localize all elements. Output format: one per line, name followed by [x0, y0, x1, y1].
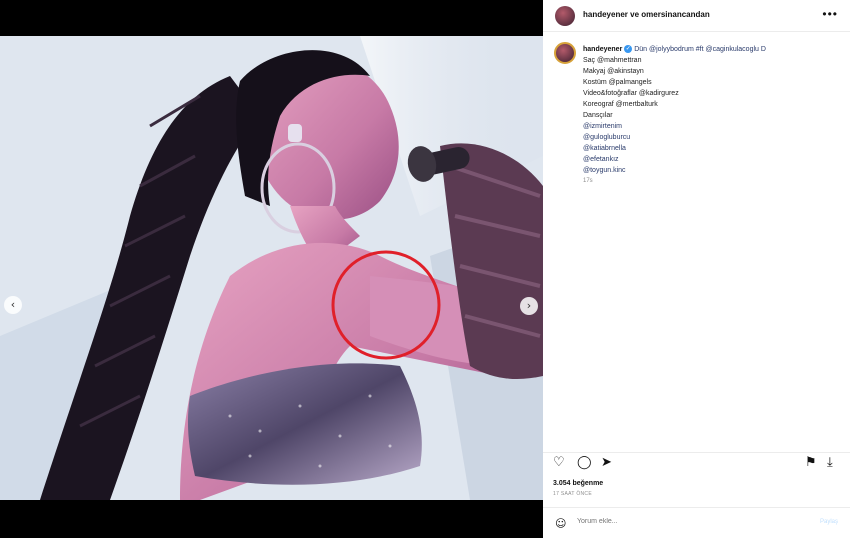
comment-icon[interactable]: ◯ [577, 455, 592, 470]
caption-line: Video&fotoğraflar @kadirgurez [583, 90, 679, 97]
caption-avatar[interactable] [554, 42, 576, 64]
caption-line: Koreograf @mertbalturk [583, 101, 658, 108]
post-header: handeyener ve omersinancandan ••• [543, 0, 850, 32]
caption-line[interactable]: @katiabrnella [583, 143, 841, 154]
instagram-post-viewer: ‹ › handeyener ve omersinancandan ••• ha… [0, 0, 850, 538]
post-photo[interactable]: ‹ › [0, 36, 543, 500]
emoji-icon[interactable]: ☺ [555, 517, 566, 530]
post-caption: handeyener ✓ Dün @jolyybodrum #ft @cagin… [583, 44, 841, 187]
caption-line: Saç @mahmettran [583, 57, 642, 64]
caption-username[interactable]: handeyener [583, 46, 622, 53]
post-actions: ♡ ◯ ➤ ⚑ ⤓ [543, 452, 850, 474]
download-icon[interactable]: ⤓ [827, 455, 833, 470]
caption-line[interactable]: @izmirtenim [583, 121, 841, 132]
bookmark-icon[interactable]: ⚑ [805, 455, 817, 470]
heart-icon[interactable]: ♡ [553, 455, 565, 470]
caption-line: Dün @jolyybodrum #ft @caginkulacoglu D [634, 46, 766, 53]
caption-line[interactable]: @gulogluburcu [583, 132, 841, 143]
caption-line[interactable]: @toygun.kinc [583, 165, 841, 176]
previous-photo-button[interactable]: ‹ [4, 296, 22, 314]
caption-line: Dansçılar [583, 112, 613, 119]
post-timestamp: 17 SAAT ÖNCE [553, 491, 592, 497]
caption-line[interactable]: @efetankız [583, 154, 841, 165]
post-authors[interactable]: handeyener ve omersinancandan [583, 10, 710, 19]
verified-badge-icon: ✓ [624, 45, 633, 54]
comment-bar: ☺ Paylaş [543, 507, 850, 538]
like-count[interactable]: 3.054 beğenme [553, 480, 603, 487]
caption-line: Kostüm @palmangels [583, 79, 652, 86]
more-options-icon[interactable]: ••• [822, 7, 838, 21]
avatar[interactable] [555, 6, 575, 26]
share-icon[interactable]: ➤ [601, 455, 612, 470]
caption-line: Makyaj @akinstayn [583, 68, 644, 75]
post-side-panel: handeyener ve omersinancandan ••• handey… [543, 0, 850, 538]
post-comment-button[interactable]: Paylaş [820, 519, 838, 525]
comment-input[interactable] [577, 518, 787, 525]
caption-time-ago: 17s [583, 178, 593, 184]
caption-first-line: handeyener ✓ Dün @jolyybodrum #ft @cagin… [583, 44, 841, 55]
next-photo-button[interactable]: › [520, 297, 538, 315]
singer-photo-illustration [0, 36, 543, 500]
